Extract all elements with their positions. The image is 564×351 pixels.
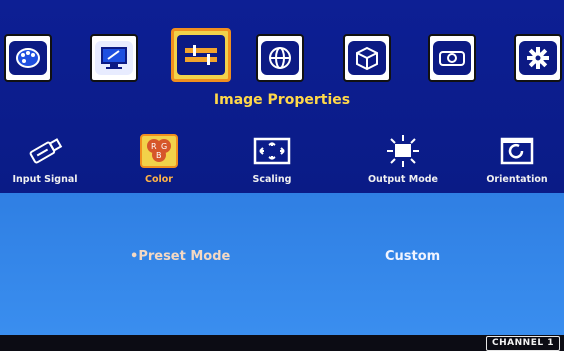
- cube-icon: [348, 41, 386, 75]
- orientation-icon: [472, 132, 562, 170]
- sub-item-scaling[interactable]: Scaling: [227, 132, 317, 185]
- svg-text:R: R: [151, 142, 157, 151]
- channel-badge: CHANNEL 1: [486, 336, 560, 351]
- sub-item-orientation[interactable]: Orientation: [472, 132, 562, 185]
- palette-icon: [9, 41, 47, 75]
- preset-mode-value[interactable]: Custom: [385, 249, 440, 264]
- svg-text:B: B: [156, 151, 162, 160]
- rgb-icon: R G B: [114, 132, 204, 170]
- globe-icon: [261, 41, 299, 75]
- section-title: Image Properties: [213, 92, 351, 108]
- output-mode-icon: [358, 132, 448, 170]
- sub-item-label: Orientation: [486, 174, 548, 185]
- sub-item-color[interactable]: R G B Color: [114, 132, 204, 185]
- sub-item-output-mode[interactable]: Output Mode: [358, 132, 448, 185]
- tile-projector[interactable]: [428, 34, 476, 82]
- monitor-settings-icon: [95, 41, 133, 75]
- status-bar: [0, 335, 564, 351]
- tile-gear[interactable]: [514, 34, 562, 82]
- tile-globe[interactable]: [256, 34, 304, 82]
- scaling-icon: [227, 132, 317, 170]
- settings-panel: [0, 193, 564, 335]
- tile-image-properties[interactable]: [171, 28, 231, 82]
- preset-mode-label: Preset Mode: [138, 249, 231, 264]
- image-properties-icon: [177, 35, 225, 75]
- gear-icon: [519, 41, 557, 75]
- sub-item-input-signal[interactable]: Input Signal: [0, 132, 90, 185]
- sub-item-label: Scaling: [252, 174, 292, 185]
- projector-icon: [433, 41, 471, 75]
- preset-mode-option[interactable]: •Preset Mode: [130, 249, 230, 264]
- svg-text:G: G: [161, 142, 167, 151]
- tile-palette[interactable]: [4, 34, 52, 82]
- sub-item-label: Output Mode: [367, 174, 439, 185]
- sub-item-label: Color: [145, 174, 173, 185]
- tile-monitor-settings[interactable]: [90, 34, 138, 82]
- tile-cube[interactable]: [343, 34, 391, 82]
- usb-icon: [0, 132, 90, 170]
- sub-item-label: Input Signal: [12, 174, 78, 185]
